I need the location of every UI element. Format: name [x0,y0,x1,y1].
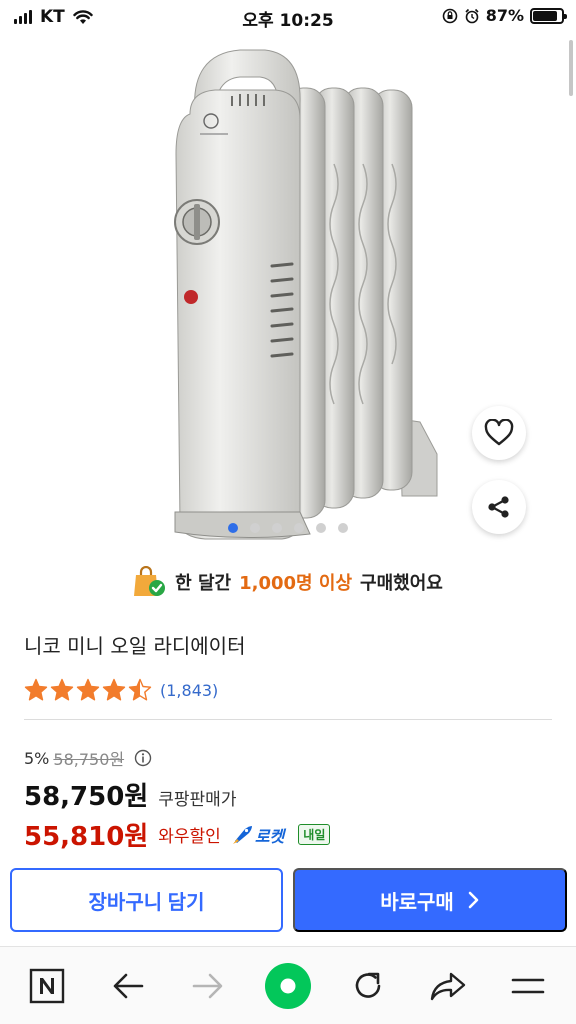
star-icon [50,678,74,701]
info-icon[interactable] [134,749,152,767]
rocket-delivery-badge: 로켓 [231,823,284,847]
browser-bottom-nav [0,947,576,1024]
forward-arrow-icon[interactable] [183,961,233,1011]
buy-now-label: 바로구매 [380,891,454,914]
heart-icon [484,419,514,446]
price-row: 58,750원 쿠팡판매가 [24,776,236,813]
back-arrow-icon[interactable] [103,961,153,1011]
carousel-dot[interactable] [338,523,348,533]
carousel-dot[interactable] [250,523,260,533]
refresh-icon[interactable] [343,961,393,1011]
star-icon [24,678,48,701]
purchase-banner-count: 1,000명 이상 [239,573,353,594]
menu-icon[interactable] [503,961,553,1011]
divider [24,719,552,720]
home-circle-icon[interactable] [263,961,313,1011]
battery-percent: 87% [485,6,524,25]
purchase-banner: 한 달간 1,000명 이상 구매했어요 [0,566,576,598]
rotation-lock-icon [442,8,458,23]
delivery-tomorrow-badge: 내일 [298,824,331,845]
add-to-cart-button[interactable]: 장바구니 담기 [10,868,283,932]
carousel-dot[interactable] [294,523,304,533]
review-count[interactable]: (1,843) [160,681,218,700]
carousel-dot[interactable] [228,523,238,533]
star-icon [102,678,126,701]
rating[interactable]: (1,843) [24,678,218,702]
buy-now-button[interactable]: 바로구매 [293,868,567,932]
rocket-label: 로켓 [254,826,285,846]
shopping-bag-check-icon [134,566,166,596]
carousel-dot[interactable] [272,523,282,533]
wow-discount-label: 와우할인 [158,827,221,847]
purchase-banner-suffix: 구매했어요 [360,573,443,594]
battery-fill [533,10,558,21]
carousel-dot[interactable] [316,523,326,533]
battery-icon [530,7,567,24]
sale-price: 58,750원 [24,782,149,812]
rating-stars [24,678,152,702]
share-arrow-icon[interactable] [423,961,473,1011]
product-image[interactable] [0,34,576,544]
star-icon [76,678,100,701]
seller-price-label: 쿠팡판매가 [158,790,237,810]
wishlist-button[interactable] [472,406,526,460]
purchase-banner-prefix: 한 달간 [175,573,232,594]
naver-n-icon[interactable] [22,961,72,1011]
star-icon [128,678,152,701]
discount-row: 5% 58,750원 [24,746,152,770]
alarm-icon [465,8,479,23]
product-title: 니코 미니 오일 라디에이터 [24,634,246,658]
status-bar: KT 오후 10:25 87% [0,0,576,34]
wow-price: 55,810원 [24,822,149,852]
status-right: 87% [442,6,567,25]
original-price: 58,750원 [53,750,125,769]
share-icon [488,496,509,518]
rocket-icon [232,825,252,844]
discount-rate: 5% [24,748,50,768]
wow-price-row: 55,810원 와우할인 로켓 내일 [24,816,331,853]
chevron-right-icon [468,891,479,909]
carousel-dots[interactable] [0,523,576,533]
